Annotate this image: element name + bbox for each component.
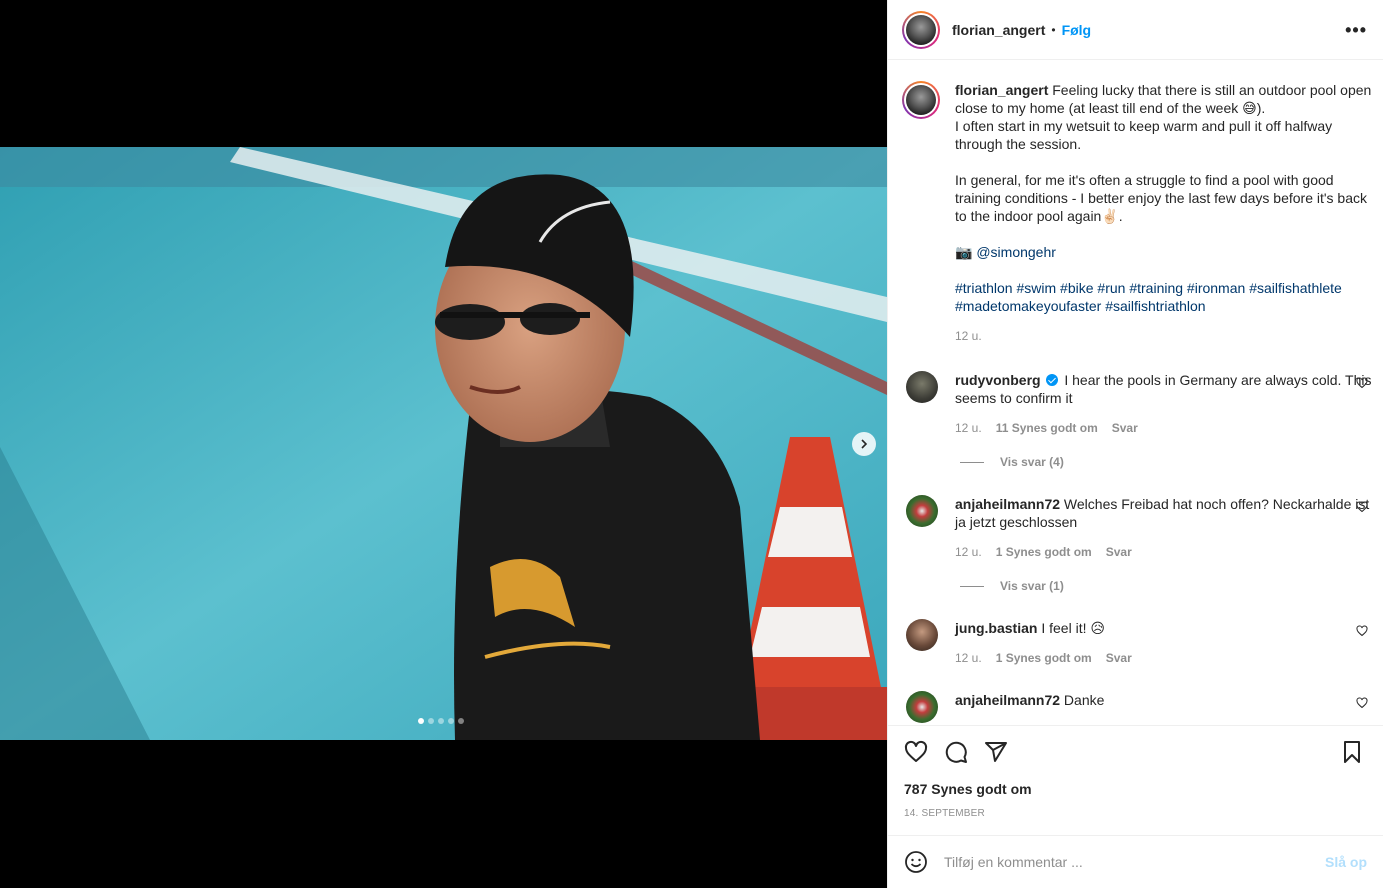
comment-body: anjaheilmann72 Danke	[955, 691, 1374, 709]
caption-text: florian_angert Feeling lucky that there …	[955, 81, 1372, 315]
post-date: 14. SEPTEMBER	[904, 808, 985, 819]
carousel-dot	[458, 718, 464, 724]
view-replies-label: Vis svar (1)	[1000, 579, 1064, 593]
post-comment-button[interactable]: Slå op	[1325, 854, 1367, 870]
comment-body: jung.bastian I feel it! 😥	[955, 619, 1374, 637]
hashtag-link[interactable]: #sailfishathlete	[1249, 280, 1342, 296]
view-replies-button[interactable]: Vis svar (1)	[960, 579, 1374, 593]
hashtag-link[interactable]: #ironman	[1187, 280, 1245, 296]
reply-button[interactable]: Svar	[1106, 651, 1132, 665]
commenter-username[interactable]: anjaheilmann72	[955, 692, 1060, 708]
heart-icon[interactable]	[1356, 625, 1368, 637]
commenter-username[interactable]: jung.bastian	[955, 620, 1037, 636]
hashtag-link[interactable]: #triathlon	[955, 280, 1013, 296]
carousel-dot	[428, 718, 434, 724]
carousel-dot	[448, 718, 454, 724]
hashtag-link[interactable]: #swim	[1016, 280, 1056, 296]
chevron-right-icon	[861, 439, 868, 449]
comments-list[interactable]: florian_angert Feeling lucky that there …	[888, 61, 1383, 725]
hashtag-link[interactable]: #sailfishtriathlon	[1105, 298, 1205, 314]
post-side-panel: florian_angert • Følg ••• florian_angert…	[887, 0, 1383, 888]
reply-button[interactable]: Svar	[1112, 421, 1138, 435]
comment-bubble-icon[interactable]	[944, 740, 968, 764]
hashtag-link[interactable]: #bike	[1060, 280, 1093, 296]
author-avatar	[906, 14, 936, 45]
media-pane	[0, 0, 887, 888]
separator: •	[1051, 22, 1056, 37]
share-send-icon[interactable]	[984, 740, 1008, 764]
view-replies-label: Vis svar (4)	[1000, 455, 1064, 469]
post-photo	[0, 147, 887, 740]
heart-icon[interactable]	[1356, 697, 1368, 709]
swimmer-photo	[0, 147, 887, 740]
emoji-icon[interactable]	[904, 850, 928, 874]
caption-avatar-ring[interactable]	[902, 81, 940, 119]
hashtag-link[interactable]: #madetomakeyoufaster	[955, 298, 1101, 314]
commenter-avatar[interactable]	[906, 495, 938, 527]
caption-mention[interactable]: @simongehr	[976, 244, 1056, 260]
caption-username[interactable]: florian_angert	[955, 82, 1048, 98]
hashtags-line-1: #triathlon #swim #bike #run #training #i…	[955, 280, 1342, 296]
verified-badge-icon	[1046, 374, 1059, 386]
caption-body: Feeling lucky that there is still an out…	[955, 82, 1372, 260]
view-replies-button[interactable]: Vis svar (4)	[960, 455, 1374, 469]
carousel-indicator	[418, 718, 464, 724]
replies-line	[960, 461, 984, 463]
commenter-username[interactable]: rudyvonberg	[955, 372, 1041, 388]
comment-likes[interactable]: 1 Synes godt om	[996, 651, 1092, 665]
carousel-dot	[438, 718, 444, 724]
comment-item: anjaheilmann72 Danke	[906, 691, 1374, 723]
comment-text: I feel it! 😥	[1037, 620, 1105, 636]
more-options-icon[interactable]: •••	[1345, 20, 1367, 41]
hashtag-link[interactable]: #training	[1129, 280, 1183, 296]
comment-item: rudyvonberg I hear the pools in Germany …	[906, 371, 1374, 469]
author-avatar-ring[interactable]	[902, 10, 940, 49]
post-actions: 787 Synes godt om 14. SEPTEMBER	[888, 725, 1383, 835]
heart-icon[interactable]	[1356, 501, 1368, 513]
hashtags-line-2: #madetomakeyoufaster #sailfishtriathlon	[955, 298, 1206, 314]
reply-button[interactable]: Svar	[1106, 545, 1132, 559]
commenter-username[interactable]: anjaheilmann72	[955, 496, 1060, 512]
heart-icon[interactable]	[1356, 377, 1368, 389]
follow-button[interactable]: Følg	[1062, 22, 1092, 38]
post-header: florian_angert • Følg •••	[888, 0, 1383, 60]
comment-time[interactable]: 12 u.	[955, 545, 982, 559]
comment-body: anjaheilmann72 Welches Freibad hat noch …	[955, 495, 1374, 531]
commenter-avatar[interactable]	[906, 371, 938, 403]
comment-input[interactable]	[944, 854, 1325, 870]
likes-count[interactable]: 787 Synes godt om	[904, 781, 1032, 797]
comment-meta: 12 u. 1 Synes godt om Svar	[955, 545, 1374, 559]
comment-time[interactable]: 12 u.	[955, 651, 982, 665]
author-username[interactable]: florian_angert	[952, 22, 1045, 38]
caption-avatar	[906, 85, 936, 115]
comment-item: jung.bastian I feel it! 😥 12 u. 1 Synes …	[906, 619, 1374, 665]
hashtag-link[interactable]: #run	[1097, 280, 1125, 296]
like-heart-icon[interactable]	[904, 740, 928, 764]
comment-time[interactable]: 12 u.	[955, 421, 982, 435]
caption-time[interactable]: 12 u.	[955, 329, 1372, 343]
comment-meta: 12 u. 11 Synes godt om Svar	[955, 421, 1374, 435]
comment-likes[interactable]: 1 Synes godt om	[996, 545, 1092, 559]
comment-item: anjaheilmann72 Welches Freibad hat noch …	[906, 495, 1374, 593]
comment-likes[interactable]: 11 Synes godt om	[996, 421, 1098, 435]
commenter-avatar[interactable]	[906, 619, 938, 651]
bookmark-icon[interactable]	[1340, 740, 1364, 764]
comment-meta: 12 u. 1 Synes godt om Svar	[955, 651, 1374, 665]
comment-text: Danke	[1060, 692, 1105, 708]
post-caption: florian_angert Feeling lucky that there …	[902, 81, 1372, 343]
replies-line	[960, 585, 984, 587]
comment-body: rudyvonberg I hear the pools in Germany …	[955, 371, 1374, 407]
carousel-next-button[interactable]	[852, 432, 876, 456]
commenter-avatar[interactable]	[906, 691, 938, 723]
carousel-dot	[418, 718, 424, 724]
action-icons-row	[904, 740, 1367, 768]
add-comment-bar: Slå op	[888, 835, 1383, 888]
